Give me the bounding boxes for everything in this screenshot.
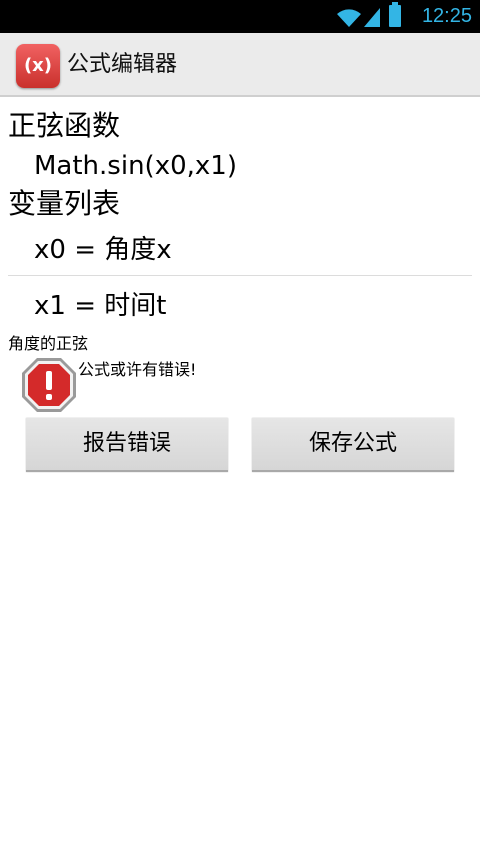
save-formula-button[interactable]: 保存公式 (252, 418, 454, 472)
signal-icon (364, 8, 380, 27)
status-bar: 12:25 (0, 0, 480, 33)
battery-icon (389, 2, 401, 27)
status-time: 12:25 (421, 5, 472, 27)
app-title: 公式编辑器 (67, 52, 178, 77)
formula-section-title: 正弦函数 (8, 109, 121, 142)
variables-section-title: 变量列表 (8, 187, 121, 220)
action-bar: (x) 公式编辑器 (0, 33, 480, 97)
variable-item-x1[interactable]: x1 = 时间t (34, 288, 166, 324)
variable-item-x0[interactable]: x0 = 角度x (34, 232, 172, 268)
formula-description: 角度的正弦 (8, 334, 89, 353)
formula-expression[interactable]: Math.sin(x0,x1) (34, 148, 237, 184)
report-error-button[interactable]: 报告错误 (26, 418, 228, 472)
wifi-icon (337, 9, 361, 27)
warning-message: 公式或许有错误! (78, 360, 197, 379)
app-icon[interactable]: (x) (16, 44, 60, 88)
warning-stop-icon (22, 358, 76, 412)
list-divider (8, 275, 472, 276)
